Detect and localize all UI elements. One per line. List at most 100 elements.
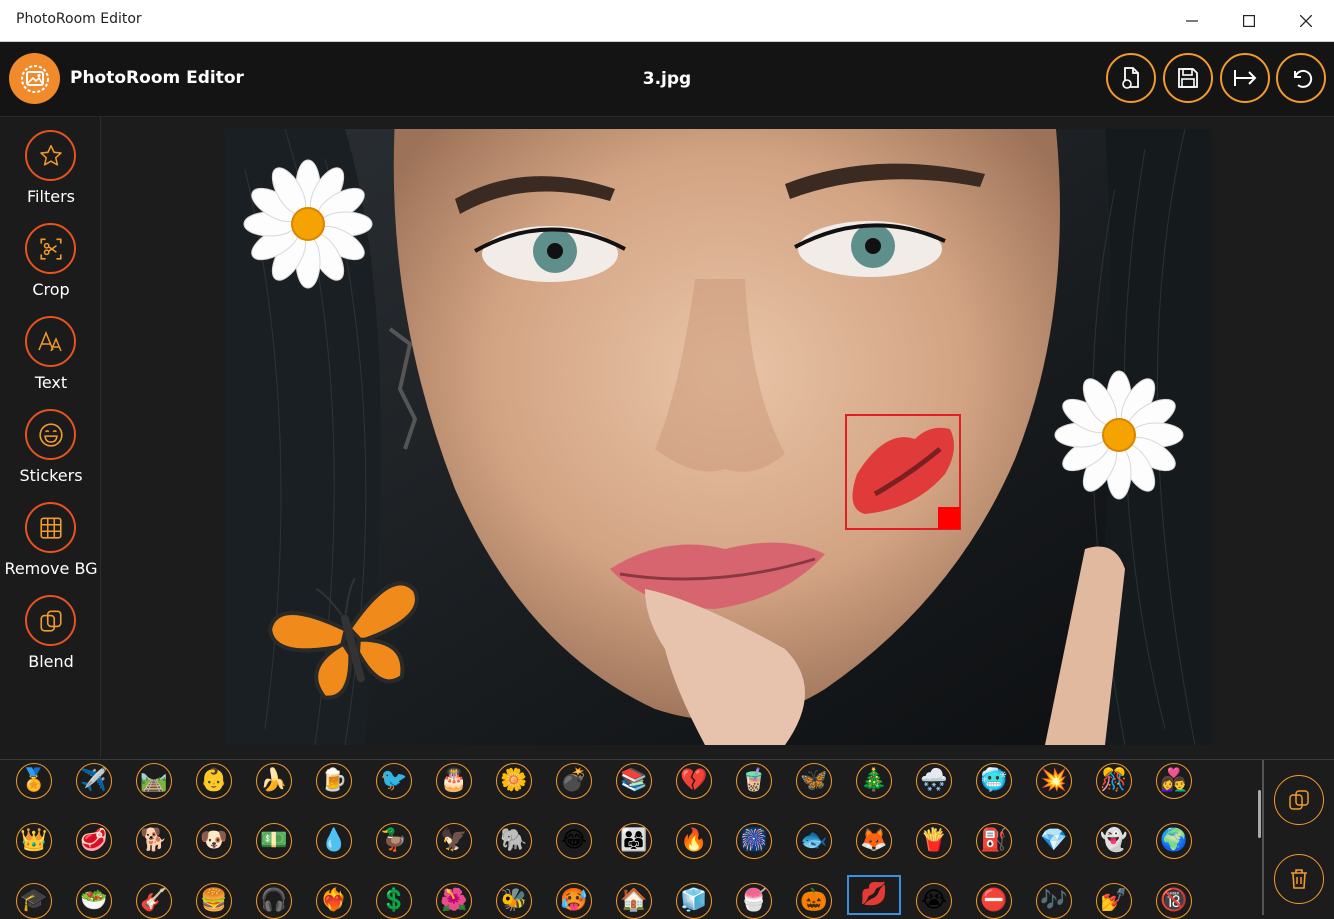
tool-label: Blend <box>28 652 74 671</box>
sticker-item[interactable]: 🎊 <box>1096 763 1132 799</box>
sticker-emoji: 🎸 <box>140 888 168 913</box>
sticker-item[interactable]: 🛤️ <box>136 763 172 799</box>
sticker-item[interactable]: 🦅 <box>436 823 472 859</box>
tool-remove-bg[interactable]: Remove BG <box>0 489 100 582</box>
sticker-item[interactable]: 💔 <box>676 763 712 799</box>
sticker-item[interactable]: 👨‍👩‍👧 <box>616 823 652 859</box>
sticker-item[interactable]: 🎂 <box>436 763 472 799</box>
sticker-emoji: 😭 <box>921 888 947 913</box>
sticker-item[interactable]: 🥶 <box>976 763 1012 799</box>
sticker-item[interactable]: 🏅 <box>16 763 52 799</box>
sticker-item[interactable]: 👩‍❤️‍👨 <box>1156 763 1192 799</box>
sticker-emoji: 🐕 <box>140 828 168 853</box>
sticker-emoji: 🥵 <box>560 888 588 913</box>
sticker-item[interactable]: 🍺 <box>316 763 352 799</box>
tool-label: Text <box>34 373 68 392</box>
sticker-emoji: 🎓 <box>20 888 48 913</box>
sticker-item[interactable]: 🌼 <box>496 763 532 799</box>
sticker-actions <box>1262 760 1334 915</box>
portrait-image <box>225 129 1212 745</box>
sticker-item[interactable]: 👶 <box>196 763 232 799</box>
sticker-item[interactable]: 👑 <box>16 823 52 859</box>
sticker-item[interactable]: 💣 <box>556 763 592 799</box>
sticker-item[interactable]: 🐶 <box>196 823 232 859</box>
tools-sidebar: Filters Crop Text Stickers Remove BG Ble… <box>0 117 101 758</box>
sticker-item[interactable]: 😂 <box>556 823 592 859</box>
sticker-item[interactable]: ⛽ <box>976 823 1012 859</box>
sticker-emoji: 🍔 <box>200 888 228 913</box>
sticker-item[interactable]: 💵 <box>256 823 292 859</box>
sticker-item[interactable]: 🦆 <box>376 823 412 859</box>
trash-icon <box>1291 869 1307 889</box>
sticker-item[interactable]: 🍌 <box>256 763 292 799</box>
sticker-emoji: 👑 <box>20 828 48 853</box>
sticker-emoji: 🍧 <box>740 888 768 913</box>
sticker-item[interactable]: 🦊 <box>856 823 892 859</box>
sticker-emoji: 🎃 <box>800 888 828 913</box>
sticker-item[interactable]: 🐘 <box>496 823 532 859</box>
duplicate-button[interactable] <box>1274 775 1324 825</box>
sticker-emoji: 🧋 <box>740 768 768 793</box>
sticker-item[interactable]: 🐦 <box>376 763 412 799</box>
tool-crop[interactable]: Crop <box>0 210 100 303</box>
tool-blend[interactable]: Blend <box>0 582 100 675</box>
sticker-emoji: 🥶 <box>980 768 1008 793</box>
undo-button[interactable] <box>1276 53 1326 103</box>
sticker-item[interactable]: 💥 <box>1036 763 1072 799</box>
edited-photo[interactable] <box>225 129 1212 745</box>
sticker-item[interactable]: 🐕 <box>136 823 172 859</box>
sticker-emoji: 🎊 <box>1100 768 1128 793</box>
sticker-emoji: 🎆 <box>740 828 768 853</box>
sticker-item[interactable]: 🌨️ <box>916 763 952 799</box>
sticker-item[interactable]: 📚 <box>616 763 652 799</box>
export-button[interactable] <box>1220 53 1270 103</box>
sticker-panel: 🏅 ✈️ 🛤️ 👶 🍌 🍺 🐦 🎂 🌼 💣 📚 💔 🧋 🦋 🎄 🌨️ 🥶 💥 🎊 👩‍❤️‍👨 👑 🥩 🐕 🐶 💵 💧 🦆 🦅 🐘 😂 👨‍… <box>0 759 1334 919</box>
sticker-item[interactable]: 💋 <box>847 875 901 915</box>
sticker-emoji: 🎶 <box>1040 888 1068 913</box>
save-button[interactable] <box>1163 53 1213 103</box>
sticker-item[interactable]: 🎆 <box>736 823 772 859</box>
window-title: PhotoRoom Editor <box>16 11 142 27</box>
tool-filters[interactable]: Filters <box>0 117 100 210</box>
resize-handle[interactable] <box>938 507 960 529</box>
tool-stickers[interactable]: Stickers <box>0 396 100 489</box>
close-button[interactable] <box>1278 0 1334 41</box>
sticker-item[interactable]: 🔥 <box>676 823 712 859</box>
sticker-emoji: 💧 <box>320 828 348 853</box>
sticker-emoji: 💣 <box>560 768 588 793</box>
undo-icon <box>1294 69 1313 88</box>
minimize-button[interactable] <box>1164 0 1220 41</box>
sticker-emoji: 👨‍👩‍👧 <box>620 828 648 853</box>
sticker-item[interactable]: 💎 <box>1036 823 1072 859</box>
delete-button[interactable] <box>1274 854 1324 904</box>
sticker-emoji: 🍌 <box>260 768 288 793</box>
sticker-item[interactable]: 🐟 <box>796 823 832 859</box>
sticker-item[interactable]: ✈️ <box>76 763 112 799</box>
sticker-emoji: ⛔ <box>980 888 1008 913</box>
sticker-item[interactable]: 🌍 <box>1156 823 1192 859</box>
sticker-item[interactable]: 🎄 <box>856 763 892 799</box>
window-titlebar: PhotoRoom Editor <box>0 0 1334 42</box>
sticker-emoji: 🥩 <box>80 828 108 853</box>
maximize-button[interactable] <box>1221 0 1277 41</box>
sticker-item[interactable]: 🍟 <box>916 823 952 859</box>
sticker-item[interactable]: 🧋 <box>736 763 772 799</box>
sticker-emoji: 💔 <box>680 768 708 793</box>
sticker-item[interactable]: 🦋 <box>796 763 832 799</box>
sticker-emoji: ✈️ <box>80 768 108 793</box>
sticker-emoji: 🐦 <box>380 768 408 793</box>
tool-label: Crop <box>32 280 70 299</box>
open-file-button[interactable] <box>1106 53 1156 103</box>
tool-text[interactable]: Text <box>0 303 100 396</box>
sticker-emoji: 🦅 <box>440 828 468 853</box>
sticker-item[interactable]: 👻 <box>1096 823 1132 859</box>
export-arrow-icon <box>1234 70 1257 86</box>
tool-label: Filters <box>27 187 75 206</box>
app-logo <box>9 53 60 104</box>
scrollbar-thumb[interactable] <box>1258 790 1261 838</box>
sticker-item[interactable]: 🥩 <box>76 823 112 859</box>
sticker-emoji: 👩‍❤️‍👨 <box>1160 768 1188 793</box>
sticker-item[interactable]: 💧 <box>316 823 352 859</box>
sticker-emoji: 🦊 <box>860 828 888 853</box>
file-open-icon <box>1122 67 1139 89</box>
